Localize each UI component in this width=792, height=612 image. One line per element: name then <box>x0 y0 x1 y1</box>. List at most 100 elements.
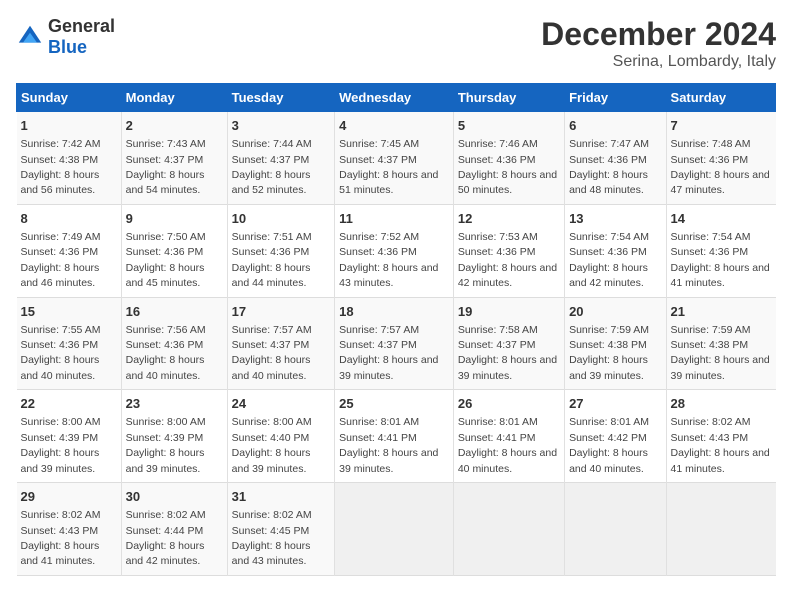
day-info: Sunrise: 7:44 AMSunset: 4:37 PMDaylight:… <box>232 138 312 196</box>
day-info: Sunrise: 7:57 AMSunset: 4:37 PMDaylight:… <box>339 324 438 382</box>
day-number: 8 <box>21 210 117 228</box>
day-number: 3 <box>232 117 331 135</box>
calendar-cell: 5 Sunrise: 7:46 AMSunset: 4:36 PMDaylight… <box>453 112 564 205</box>
page-title: December 2024 <box>541 16 776 53</box>
calendar-cell: 29Sunrise: 8:02 AMSunset: 4:43 PMDayligh… <box>17 483 122 576</box>
day-info: Sunrise: 7:58 AMSunset: 4:37 PMDaylight:… <box>458 324 557 382</box>
calendar-cell: 10Sunrise: 7:51 AMSunset: 4:36 PMDayligh… <box>227 204 335 297</box>
calendar-cell: 3 Sunrise: 7:44 AMSunset: 4:37 PMDaylight… <box>227 112 335 205</box>
calendar-week-row: 22 Sunrise: 8:00 AMSunset: 4:39 PMDayligh… <box>17 390 776 483</box>
calendar-cell: 12Sunrise: 7:53 AMSunset: 4:36 PMDayligh… <box>453 204 564 297</box>
day-number: 30 <box>126 488 223 506</box>
calendar-cell: 17 Sunrise: 7:57 AMSunset: 4:37 PMDayligh… <box>227 297 335 390</box>
day-number: 19 <box>458 303 560 321</box>
day-info: Sunrise: 8:02 AMSunset: 4:44 PMDaylight:… <box>126 509 206 567</box>
day-number: 21 <box>671 303 772 321</box>
logo-blue: Blue <box>48 37 87 57</box>
day-number: 16 <box>126 303 223 321</box>
calendar-week-row: 15 Sunrise: 7:55 AMSunset: 4:36 PMDayligh… <box>17 297 776 390</box>
day-info: Sunrise: 7:46 AMSunset: 4:36 PMDaylight:… <box>458 138 557 196</box>
day-info: Sunrise: 8:02 AMSunset: 4:43 PMDaylight:… <box>21 509 101 567</box>
calendar-table: SundayMondayTuesdayWednesdayThursdayFrid… <box>16 83 776 576</box>
day-number: 31 <box>232 488 331 506</box>
calendar-week-row: 8 Sunrise: 7:49 AMSunset: 4:36 PMDaylight… <box>17 204 776 297</box>
calendar-cell: 21Sunrise: 7:59 AMSunset: 4:38 PMDayligh… <box>666 297 775 390</box>
day-number: 1 <box>21 117 117 135</box>
logo-icon <box>16 23 44 51</box>
day-info: Sunrise: 7:49 AMSunset: 4:36 PMDaylight:… <box>21 231 101 289</box>
day-info: Sunrise: 7:55 AMSunset: 4:36 PMDaylight:… <box>21 324 101 382</box>
day-info: Sunrise: 7:47 AMSunset: 4:36 PMDaylight:… <box>569 138 649 196</box>
day-number: 14 <box>671 210 772 228</box>
page-subtitle: Serina, Lombardy, Italy <box>541 53 776 71</box>
day-info: Sunrise: 7:56 AMSunset: 4:36 PMDaylight:… <box>126 324 206 382</box>
logo-general: General <box>48 16 115 36</box>
day-info: Sunrise: 8:01 AMSunset: 4:41 PMDaylight:… <box>339 416 438 474</box>
day-number: 15 <box>21 303 117 321</box>
day-number: 22 <box>21 395 117 413</box>
calendar-cell: 2Sunrise: 7:43 AMSunset: 4:37 PMDaylight… <box>121 112 227 205</box>
calendar-cell: 18 Sunrise: 7:57 AMSunset: 4:37 PMDayligh… <box>335 297 454 390</box>
day-info: Sunrise: 8:01 AMSunset: 4:41 PMDaylight:… <box>458 416 557 474</box>
day-number: 27 <box>569 395 661 413</box>
calendar-cell <box>565 483 666 576</box>
calendar-cell: 25Sunrise: 8:01 AMSunset: 4:41 PMDayligh… <box>335 390 454 483</box>
day-number: 28 <box>671 395 772 413</box>
day-info: Sunrise: 7:54 AMSunset: 4:36 PMDaylight:… <box>671 231 770 289</box>
weekday-header-sunday: Sunday <box>17 84 122 112</box>
calendar-cell: 24Sunrise: 8:00 AMSunset: 4:40 PMDayligh… <box>227 390 335 483</box>
day-info: Sunrise: 7:52 AMSunset: 4:36 PMDaylight:… <box>339 231 438 289</box>
day-number: 17 <box>232 303 331 321</box>
calendar-cell: 6Sunrise: 7:47 AMSunset: 4:36 PMDaylight… <box>565 112 666 205</box>
weekday-header-saturday: Saturday <box>666 84 775 112</box>
day-number: 10 <box>232 210 331 228</box>
day-info: Sunrise: 7:57 AMSunset: 4:37 PMDaylight:… <box>232 324 312 382</box>
day-number: 18 <box>339 303 449 321</box>
calendar-cell: 22 Sunrise: 8:00 AMSunset: 4:39 PMDayligh… <box>17 390 122 483</box>
day-info: Sunrise: 7:59 AMSunset: 4:38 PMDaylight:… <box>569 324 649 382</box>
day-number: 13 <box>569 210 661 228</box>
calendar-cell: 28 Sunrise: 8:02 AMSunset: 4:43 PMDayligh… <box>666 390 775 483</box>
calendar-cell: 20Sunrise: 7:59 AMSunset: 4:38 PMDayligh… <box>565 297 666 390</box>
day-info: Sunrise: 8:00 AMSunset: 4:39 PMDaylight:… <box>21 416 101 474</box>
calendar-cell: 11 Sunrise: 7:52 AMSunset: 4:36 PMDayligh… <box>335 204 454 297</box>
day-number: 9 <box>126 210 223 228</box>
calendar-cell: 30 Sunrise: 8:02 AMSunset: 4:44 PMDayligh… <box>121 483 227 576</box>
calendar-cell: 7Sunrise: 7:48 AMSunset: 4:36 PMDaylight… <box>666 112 775 205</box>
day-number: 23 <box>126 395 223 413</box>
calendar-cell: 14 Sunrise: 7:54 AMSunset: 4:36 PMDayligh… <box>666 204 775 297</box>
day-number: 12 <box>458 210 560 228</box>
day-info: Sunrise: 7:45 AMSunset: 4:37 PMDaylight:… <box>339 138 438 196</box>
day-info: Sunrise: 7:42 AMSunset: 4:38 PMDaylight:… <box>21 138 101 196</box>
calendar-week-row: 1 Sunrise: 7:42 AMSunset: 4:38 PMDaylight… <box>17 112 776 205</box>
calendar-cell: 13 Sunrise: 7:54 AMSunset: 4:36 PMDayligh… <box>565 204 666 297</box>
calendar-cell: 8 Sunrise: 7:49 AMSunset: 4:36 PMDaylight… <box>17 204 122 297</box>
day-number: 5 <box>458 117 560 135</box>
day-info: Sunrise: 8:02 AMSunset: 4:45 PMDaylight:… <box>232 509 312 567</box>
calendar-cell: 16 Sunrise: 7:56 AMSunset: 4:36 PMDayligh… <box>121 297 227 390</box>
weekday-header-thursday: Thursday <box>453 84 564 112</box>
logo-text: General Blue <box>48 16 115 58</box>
calendar-header-row: SundayMondayTuesdayWednesdayThursdayFrid… <box>17 84 776 112</box>
calendar-cell: 27 Sunrise: 8:01 AMSunset: 4:42 PMDayligh… <box>565 390 666 483</box>
weekday-header-monday: Monday <box>121 84 227 112</box>
calendar-cell: 19 Sunrise: 7:58 AMSunset: 4:37 PMDayligh… <box>453 297 564 390</box>
calendar-cell: 23Sunrise: 8:00 AMSunset: 4:39 PMDayligh… <box>121 390 227 483</box>
title-block: December 2024 Serina, Lombardy, Italy <box>541 16 776 71</box>
day-info: Sunrise: 8:01 AMSunset: 4:42 PMDaylight:… <box>569 416 649 474</box>
calendar-cell: 15 Sunrise: 7:55 AMSunset: 4:36 PMDayligh… <box>17 297 122 390</box>
logo: General Blue <box>16 16 115 58</box>
day-number: 24 <box>232 395 331 413</box>
day-number: 4 <box>339 117 449 135</box>
calendar-cell: 4 Sunrise: 7:45 AMSunset: 4:37 PMDaylight… <box>335 112 454 205</box>
calendar-cell <box>335 483 454 576</box>
day-number: 2 <box>126 117 223 135</box>
day-info: Sunrise: 8:02 AMSunset: 4:43 PMDaylight:… <box>671 416 770 474</box>
calendar-cell: 1 Sunrise: 7:42 AMSunset: 4:38 PMDaylight… <box>17 112 122 205</box>
calendar-cell: 31 Sunrise: 8:02 AMSunset: 4:45 PMDayligh… <box>227 483 335 576</box>
page-header: General Blue December 2024 Serina, Lomba… <box>16 16 776 71</box>
weekday-header-wednesday: Wednesday <box>335 84 454 112</box>
day-info: Sunrise: 7:54 AMSunset: 4:36 PMDaylight:… <box>569 231 649 289</box>
day-number: 11 <box>339 210 449 228</box>
day-number: 7 <box>671 117 772 135</box>
